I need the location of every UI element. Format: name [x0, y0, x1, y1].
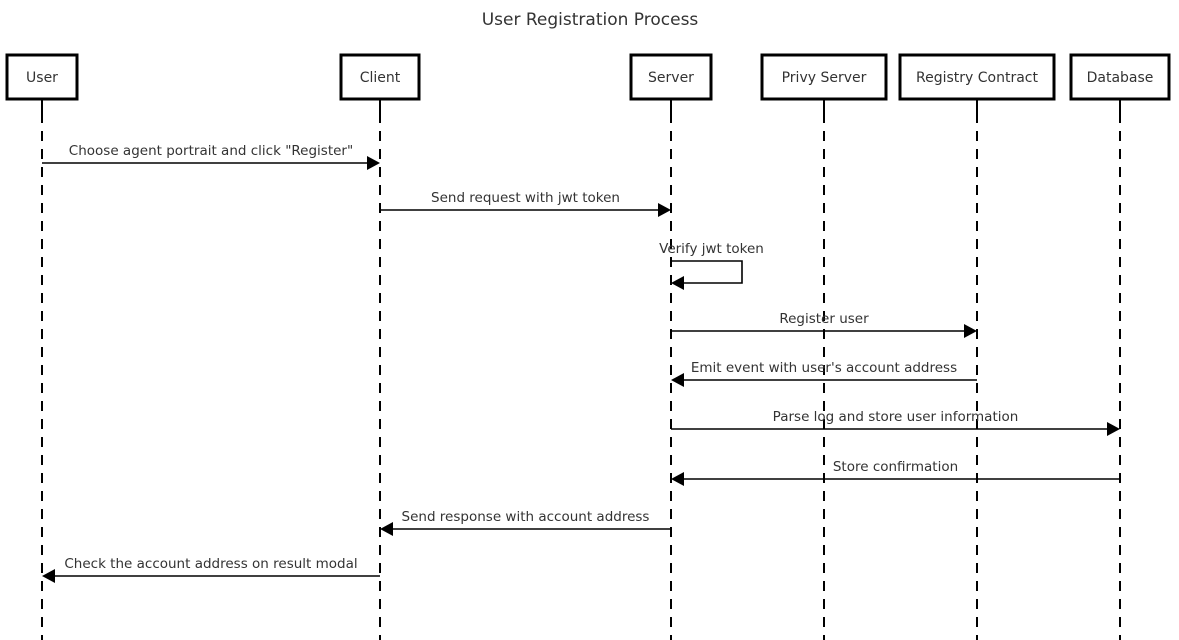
message-arrowhead-m2 — [658, 203, 671, 217]
message-arrowhead-m6 — [1107, 422, 1120, 436]
page-title: User Registration Process — [482, 10, 699, 30]
sequence-diagram-canvas: User Registration Process User Client Serv… — [5, 10, 1171, 640]
sequence-diagram: User Registration Process User Client Serv… — [0, 0, 1179, 640]
participant-label-registry: Registry Contract — [916, 70, 1038, 86]
participant-label-privy: Privy Server — [782, 70, 867, 86]
message-arrowhead-m3 — [671, 276, 684, 290]
message-label-m6: Parse log and store user information — [773, 409, 1019, 425]
message-m8[interactable]: Send response with account address — [380, 509, 671, 536]
participant-label-client: Client — [360, 70, 401, 86]
participant-server[interactable]: Server — [629, 53, 713, 101]
messages-layer: Choose agent portrait and click "Registe… — [42, 143, 1120, 583]
message-m5[interactable]: Emit event with user's account address — [671, 360, 977, 387]
message-m6[interactable]: Parse log and store user information — [671, 409, 1120, 436]
message-label-m5: Emit event with user's account address — [691, 360, 957, 376]
message-label-m9: Check the account address on result moda… — [64, 556, 357, 572]
message-m1[interactable]: Choose agent portrait and click "Registe… — [42, 143, 380, 170]
message-arrowhead-m1 — [367, 156, 380, 170]
participant-database[interactable]: Database — [1069, 53, 1171, 101]
participant-label-user: User — [26, 70, 58, 86]
participant-privy[interactable]: Privy Server — [760, 53, 888, 101]
message-label-m1: Choose agent portrait and click "Registe… — [69, 143, 353, 159]
message-m9[interactable]: Check the account address on result moda… — [42, 556, 380, 583]
message-arrowhead-m5 — [671, 373, 684, 387]
participant-client[interactable]: Client — [339, 53, 421, 101]
message-arrowhead-m7 — [671, 472, 684, 486]
message-m2[interactable]: Send request with jwt token — [380, 190, 671, 217]
message-arrowhead-m4 — [964, 324, 977, 338]
message-m7[interactable]: Store confirmation — [671, 459, 1120, 486]
message-label-m2: Send request with jwt token — [431, 190, 620, 206]
participant-registry[interactable]: Registry Contract — [898, 53, 1056, 101]
message-arrowhead-m9 — [42, 569, 55, 583]
message-label-m7: Store confirmation — [833, 459, 958, 475]
message-label-m4: Register user — [779, 311, 869, 327]
message-label-m8: Send response with account address — [402, 509, 650, 525]
participant-user[interactable]: User — [5, 53, 79, 101]
participant-label-database: Database — [1087, 70, 1154, 86]
participant-label-server: Server — [648, 70, 694, 86]
message-m3[interactable]: Verify jwt token — [659, 241, 764, 290]
message-label-m3: Verify jwt token — [659, 241, 764, 257]
participants-layer: User Client Server Privy Server Registry Con… — [5, 53, 1171, 101]
message-arrowhead-m8 — [380, 522, 393, 536]
